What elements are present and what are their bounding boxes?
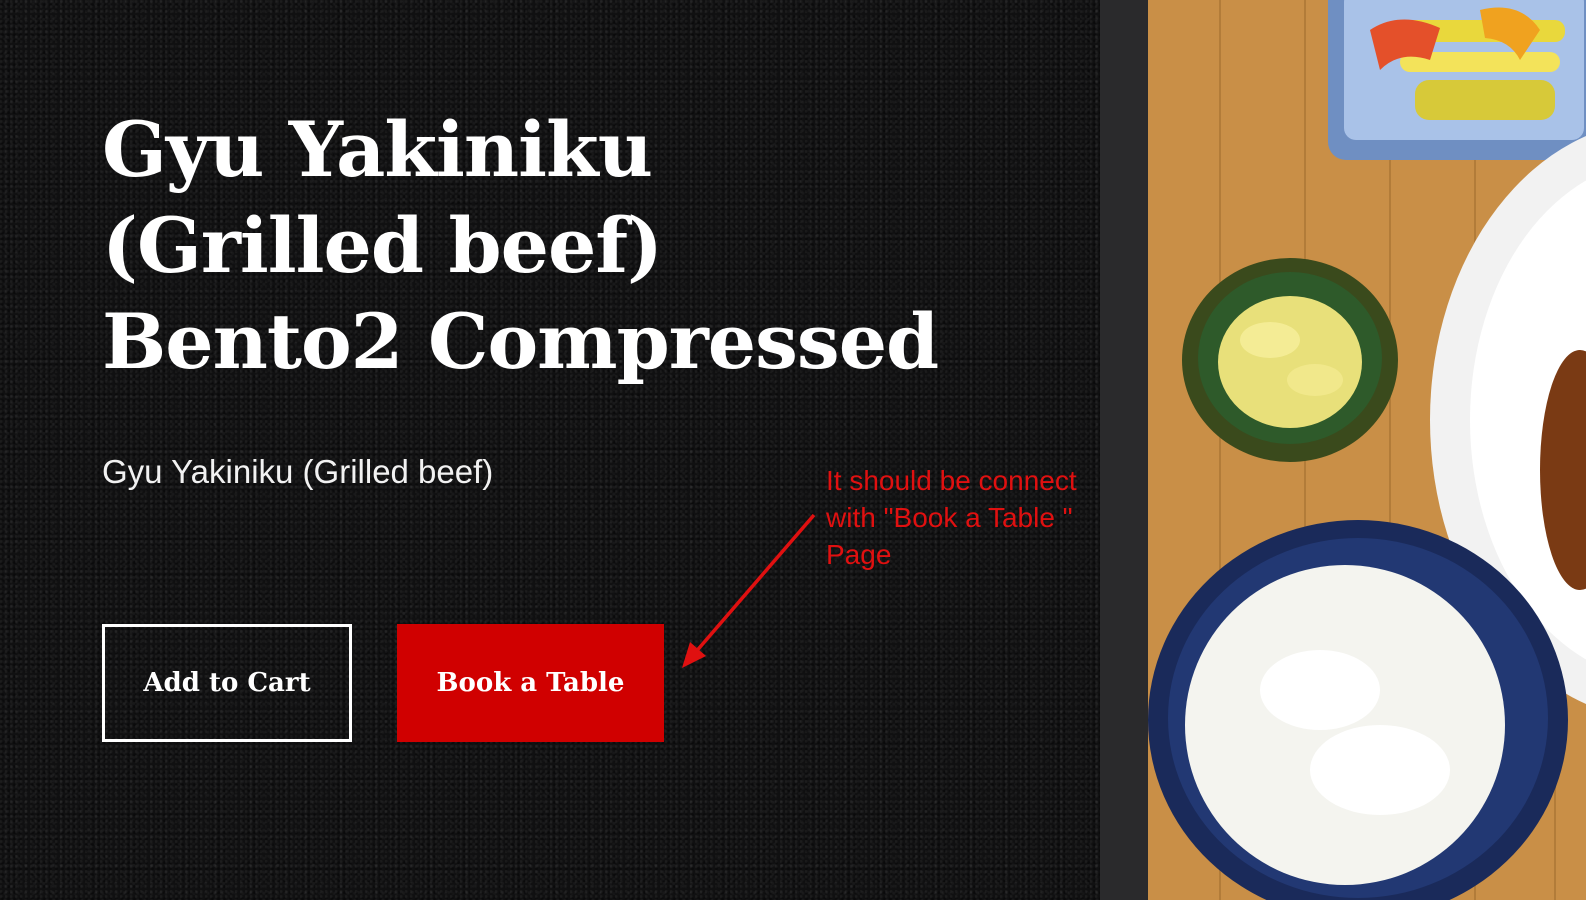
food-bento-photo <box>1100 0 1586 900</box>
annotation-note: It should be connect with "Book a Table … <box>826 465 1077 570</box>
product-subtitle: Gyu Yakiniku (Grilled beef) <box>102 453 494 490</box>
food-photo-illustration <box>1100 0 1586 900</box>
product-hero-page: Gyu Yakiniku (Grilled beef) Bento2 Compr… <box>0 0 1586 900</box>
ginger-bowl-icon <box>1182 258 1398 462</box>
product-title: Gyu Yakiniku (Grilled beef) Bento2 Compr… <box>102 105 939 386</box>
book-a-table-button[interactable]: Book a Table <box>397 624 664 742</box>
add-to-cart-button[interactable]: Add to Cart <box>102 624 352 742</box>
pickle-dish-icon <box>1328 0 1586 160</box>
